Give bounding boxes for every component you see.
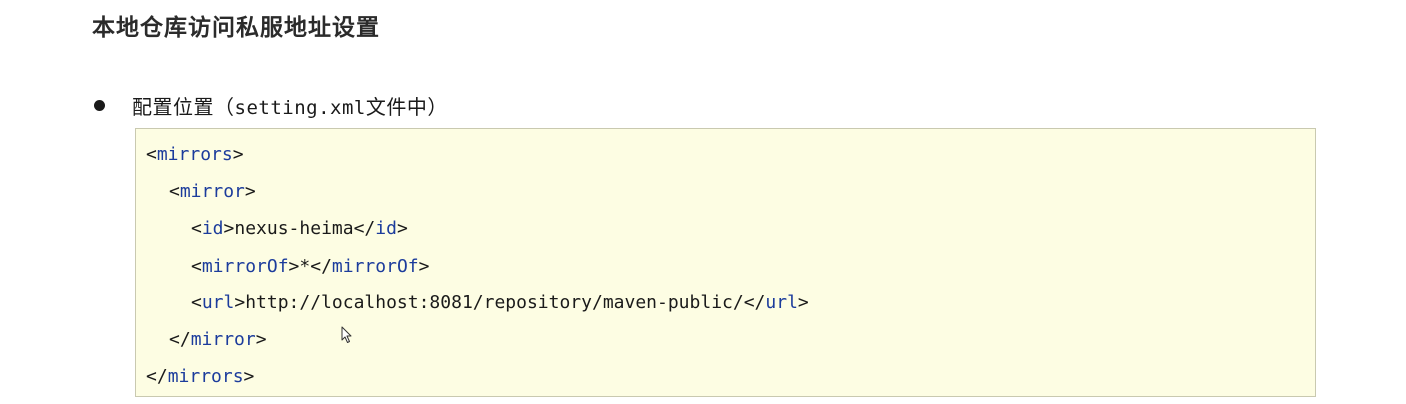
code-line-mirrorof: <mirrorOf>*</mirrorOf> — [191, 256, 430, 277]
config-location-bullet: 配置位置（setting.xml文件中） — [92, 90, 448, 120]
bullet-filename: setting.xml — [234, 96, 366, 119]
code-line-mirror-open: <mirror> — [169, 181, 256, 202]
code-tag: mirrorOf — [201, 256, 289, 277]
bullet-text: 配置位置（setting.xml文件中） — [132, 91, 448, 120]
code-tag: mirror — [179, 181, 245, 202]
code-tag: id — [375, 218, 397, 239]
code-line-mirrors-close: </mirrors> — [146, 366, 255, 387]
code-line-mirror-close: </mirror> — [169, 329, 267, 350]
code-tag: mirrorOf — [331, 256, 419, 277]
mouse-pointer-icon — [341, 326, 352, 343]
code-tag: mirrors — [167, 366, 244, 387]
code-line-url: <url>http://localhost:8081/repository/ma… — [191, 292, 809, 313]
code-tag: mirror — [190, 329, 256, 350]
bullet-prefix: 配置位置（ — [132, 94, 235, 119]
bullet-suffix: 文件中） — [365, 94, 448, 119]
code-tag: id — [201, 218, 224, 239]
code-tag: url — [201, 292, 235, 313]
code-value-mirrorof: * — [299, 256, 311, 277]
code-tag: url — [765, 292, 798, 313]
code-tag: mirrors — [156, 144, 233, 165]
page-title: 本地仓库访问私服地址设置 — [92, 15, 380, 41]
code-value-id: nexus-heima — [234, 218, 354, 239]
code-value-url: http://localhost:8081/repository/maven-p… — [245, 292, 744, 313]
bullet-dot-icon — [94, 99, 105, 111]
code-line-mirrors-open: <mirrors> — [146, 144, 244, 165]
code-line-id: <id>nexus-heima</id> — [191, 218, 408, 239]
